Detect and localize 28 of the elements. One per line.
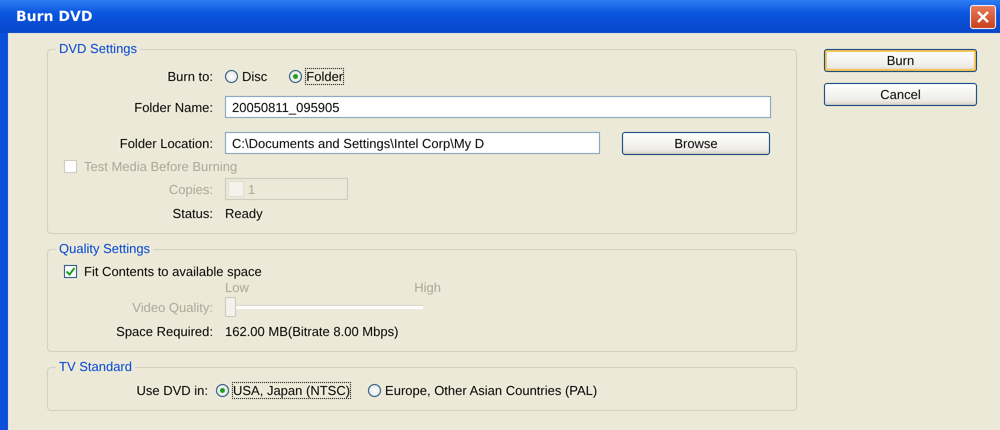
field-label: Burn to: bbox=[166, 68, 213, 84]
group-title: DVD Settings bbox=[56, 41, 140, 56]
radio-option[interactable]: USA, Japan (NTSC) bbox=[216, 382, 350, 398]
text-field[interactable]: 20050811_095905 bbox=[225, 96, 771, 118]
group-title: TV Standard bbox=[56, 359, 135, 374]
text-field[interactable]: C:\Documents and Settings\Intel Corp\My D bbox=[225, 132, 600, 154]
radio-option[interactable]: Folder bbox=[289, 68, 344, 84]
browse-button[interactable]: Browse bbox=[622, 132, 770, 154]
field-label: Space Required: bbox=[115, 324, 213, 338]
close-button[interactable] bbox=[970, 4, 996, 28]
field-label: Status: bbox=[172, 206, 213, 220]
group-title: Quality Settings bbox=[56, 241, 154, 256]
status-value: Ready bbox=[225, 206, 264, 220]
close-icon bbox=[976, 10, 990, 24]
field-label: Video Quality: bbox=[131, 300, 213, 314]
checkbox-option[interactable]: Fit Contents to available space bbox=[64, 264, 262, 279]
field-label: Use DVD in: bbox=[135, 382, 208, 398]
field-label: Copies: bbox=[168, 182, 213, 196]
field-label: Folder Location: bbox=[118, 136, 213, 150]
radio-option[interactable]: Disc bbox=[225, 68, 268, 84]
slider-max-label: High bbox=[414, 280, 441, 294]
dialog-button[interactable]: Cancel bbox=[824, 83, 977, 106]
field-label: Folder Name: bbox=[133, 100, 213, 114]
slider-min-label: Low bbox=[225, 280, 249, 294]
dialog-button[interactable]: Burn bbox=[824, 49, 977, 72]
window-title: Burn DVD bbox=[16, 8, 92, 24]
radio-option[interactable]: Europe, Other Asian Countries (PAL) bbox=[368, 382, 598, 398]
space-value: 162.00 MB(Bitrate 8.00 Mbps) bbox=[225, 324, 400, 338]
